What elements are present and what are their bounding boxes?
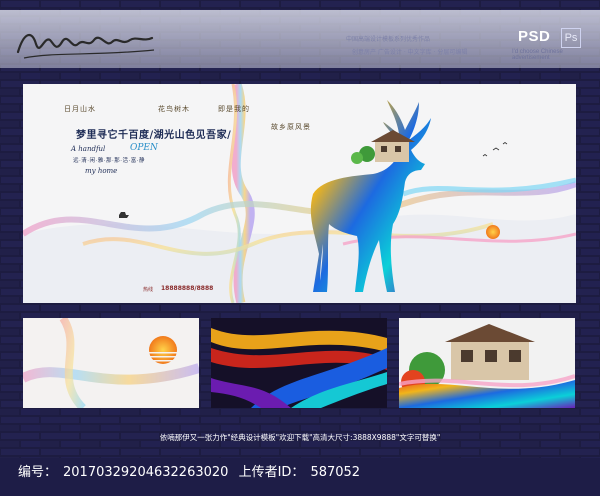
poster-tag: 即是我的 — [218, 105, 250, 113]
poster-en-line: my home — [85, 167, 118, 175]
poster-en-accent: OPEN — [130, 143, 158, 153]
id-label: 编号： — [18, 465, 58, 480]
photoshop-icon: Ps — [561, 28, 581, 48]
signature-logo — [16, 34, 155, 59]
footer-id-line: 编号： 20170329204632263020 上传者ID： 587052 — [18, 461, 366, 480]
poster-en-line: A handful — [71, 145, 106, 153]
detail-artwork — [211, 318, 387, 408]
format-label: PSD — [518, 28, 551, 45]
detail-artwork — [23, 318, 199, 408]
poster-headline: 梦里寻它千百度/湖光山色见吾家/ — [76, 130, 232, 141]
poster-tag: 日月山水 — [64, 105, 96, 113]
detail-thumbnail-stripes — [211, 318, 387, 408]
poster-phone: 18888888/8888 — [161, 285, 214, 292]
uploader-value: 587052 — [310, 465, 361, 480]
footer-description: 依喃那伊又一张力作"经典设计模板"欢迎下载"高清大尺寸:3888X9888"文字… — [159, 433, 441, 442]
poster-subline: 远·清·闲·雅·那·那·活·富·静 — [73, 158, 145, 164]
tagline-en: I'd choose Chinese advertisement — [512, 49, 563, 61]
poster-tag: 花鸟树木 — [158, 105, 190, 113]
detail-thumbnail-villa — [399, 318, 575, 408]
header-line-1: 中国高端设计模板系列优秀作品 — [346, 36, 431, 43]
uploader-label: 上传者ID： — [238, 465, 305, 480]
detail-thumbnail-sunset — [23, 318, 199, 408]
poster-tag: 故乡原风景 — [271, 123, 311, 131]
id-value: 20170329204632263020 — [63, 465, 229, 480]
header-line-2: 创意房产 广告设计 · 中文字库 · 分层可编辑 — [352, 49, 468, 56]
poster-artwork — [23, 84, 576, 303]
poster-preview: 日月山水 花鸟树木 即是我的 故乡原风景 梦里寻它千百度/湖光山色见吾家/ A … — [23, 84, 576, 303]
poster-phone-label: 热线 — [143, 287, 154, 293]
detail-artwork — [399, 318, 575, 408]
